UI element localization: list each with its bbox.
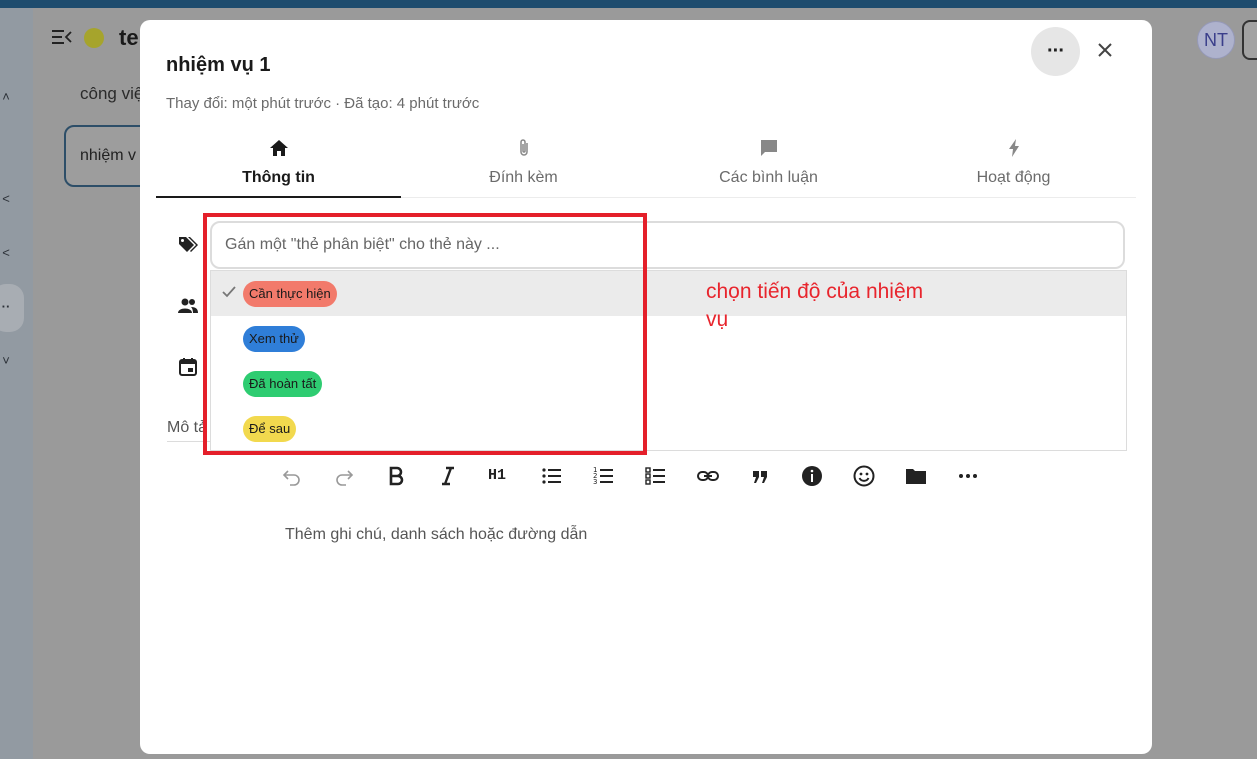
tab-attachments[interactable]: Đính kèm bbox=[401, 128, 646, 198]
chevron-up-icon[interactable]: ˄ bbox=[0, 90, 12, 104]
more-actions-button[interactable]: ··· bbox=[1031, 27, 1080, 76]
tab-bar: Thông tin Đính kèm Các bình luận Hoạt độ… bbox=[156, 128, 1136, 198]
app-navigation: ˄ < < ·· ˅ bbox=[0, 8, 33, 759]
tab-comments[interactable]: Các bình luận bbox=[646, 128, 891, 198]
svg-text:3: 3 bbox=[593, 478, 597, 486]
bold-icon[interactable] bbox=[384, 464, 408, 488]
link-icon[interactable] bbox=[696, 464, 720, 488]
close-button[interactable] bbox=[1093, 38, 1117, 62]
close-icon bbox=[1098, 43, 1112, 57]
tab-label: Hoạt động bbox=[976, 169, 1051, 186]
board-title: te bbox=[119, 25, 139, 50]
lightning-icon bbox=[1008, 139, 1019, 157]
board-color-dot bbox=[84, 28, 104, 48]
chevron-down-icon[interactable]: ˅ bbox=[0, 354, 12, 368]
heading-icon[interactable]: H1 bbox=[488, 464, 516, 488]
background-card-title: nhiệm v bbox=[80, 147, 137, 164]
tab-activity[interactable]: Hoạt động bbox=[891, 128, 1136, 198]
description-label: Mô tả bbox=[167, 419, 208, 436]
annotation-text: chọn tiến độ của nhiệm vụ bbox=[706, 280, 924, 331]
search-button[interactable] bbox=[1242, 20, 1257, 60]
italic-icon[interactable] bbox=[436, 464, 460, 488]
menu-collapse-icon[interactable] bbox=[52, 28, 72, 46]
annotation-highlight-box bbox=[203, 213, 647, 455]
card-detail-modal: nhiệm vụ 1 Thay đổi: một phút trước · Đã… bbox=[140, 20, 1152, 754]
tab-label: Thông tin bbox=[242, 169, 315, 186]
editor-toolbar: H1 1 2 3 bbox=[280, 464, 980, 488]
card-meta: Thay đổi: một phút trước · Đã tạo: 4 phú… bbox=[166, 95, 480, 112]
paperclip-icon bbox=[519, 139, 528, 156]
home-icon bbox=[269, 140, 288, 156]
checklist-icon[interactable] bbox=[644, 464, 668, 488]
more-horizontal-icon[interactable] bbox=[956, 464, 980, 488]
undo-icon[interactable] bbox=[280, 464, 304, 488]
card-title[interactable]: nhiệm vụ 1 bbox=[166, 54, 270, 77]
emoji-icon[interactable] bbox=[852, 464, 876, 488]
tab-label: Đính kèm bbox=[489, 169, 558, 186]
more-icon[interactable]: ·· bbox=[0, 300, 12, 314]
browser-top-bar bbox=[0, 0, 1257, 8]
info-icon[interactable] bbox=[800, 464, 824, 488]
tag-icon bbox=[179, 237, 198, 252]
folder-icon[interactable] bbox=[904, 464, 928, 488]
redo-icon[interactable] bbox=[332, 464, 356, 488]
description-editor-placeholder[interactable]: Thêm ghi chú, danh sách hoặc đường dẫn bbox=[285, 526, 587, 544]
tab-info[interactable]: Thông tin bbox=[156, 128, 401, 198]
share-icon[interactable]: < bbox=[0, 192, 12, 206]
numbered-list-icon[interactable]: 1 2 3 bbox=[592, 464, 616, 488]
tab-label: Các bình luận bbox=[719, 169, 818, 186]
share-icon[interactable]: < bbox=[0, 246, 12, 260]
quote-icon[interactable] bbox=[748, 464, 772, 488]
bullet-list-icon[interactable] bbox=[540, 464, 564, 488]
column-title: công việ bbox=[80, 84, 144, 103]
members-icon bbox=[178, 298, 198, 313]
more-horizontal-icon: ··· bbox=[1047, 40, 1065, 62]
comment-icon bbox=[760, 140, 777, 156]
user-avatar[interactable]: NT bbox=[1197, 21, 1235, 59]
calendar-icon bbox=[179, 358, 197, 376]
